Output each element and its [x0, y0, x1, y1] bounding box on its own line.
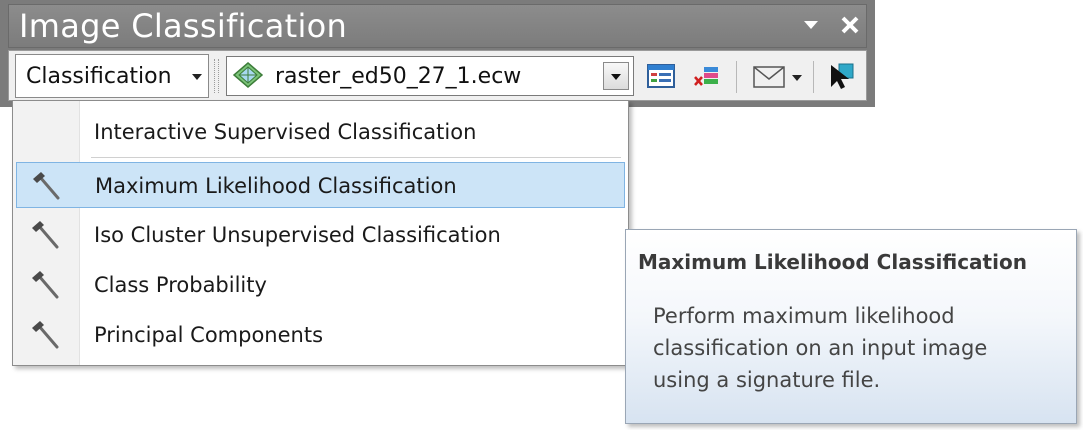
- training-sample-manager-icon[interactable]: [646, 61, 676, 91]
- tooltip: Maximum Likelihood Classification Perfor…: [625, 229, 1077, 424]
- toolbar-row: Classification raster_ed50_27_1.ecw: [8, 50, 867, 101]
- layer-select-value: raster_ed50_27_1.ecw: [275, 64, 522, 89]
- hammer-icon: [32, 321, 59, 349]
- classification-menu-button[interactable]: Classification: [15, 54, 209, 98]
- draw-polygon-icon[interactable]: [752, 61, 786, 91]
- menu-item-maximum-likelihood-classification[interactable]: Maximum Likelihood Classification: [16, 162, 625, 208]
- hammer-icon: [33, 172, 60, 200]
- toolbar-grip[interactable]: [214, 59, 219, 93]
- menu-item-label: Maximum Likelihood Classification: [95, 174, 457, 198]
- menu-separator: [91, 157, 621, 158]
- menu-item-principal-components[interactable]: Principal Components: [16, 312, 625, 358]
- tooltip-description-line: Perform maximum likelihood: [653, 304, 955, 328]
- select-pointer-icon[interactable]: [827, 61, 857, 91]
- classification-menu: Interactive Supervised Classification Ma…: [12, 100, 629, 366]
- classification-menu-label: Classification: [26, 64, 172, 89]
- menu-item-interactive-supervised-classification[interactable]: Interactive Supervised Classification: [16, 109, 625, 155]
- menu-item-label: Iso Cluster Unsupervised Classification: [94, 223, 501, 247]
- chevron-down-icon: [611, 74, 621, 80]
- menu-item-class-probability[interactable]: Class Probability: [16, 262, 625, 308]
- toolbar-separator: [813, 61, 814, 93]
- clear-training-samples-icon[interactable]: [692, 61, 722, 91]
- menu-item-iso-cluster-unsupervised-classification[interactable]: Iso Cluster Unsupervised Classification: [16, 212, 625, 258]
- hammer-icon: [32, 221, 59, 249]
- chevron-down-icon[interactable]: [791, 61, 803, 91]
- image-classification-toolbar: Image Classification Classification rast…: [0, 0, 875, 107]
- tooltip-description-line: using a signature file.: [653, 368, 881, 392]
- menu-item-label: Class Probability: [94, 273, 267, 297]
- layer-select-dropdown-button[interactable]: [603, 62, 629, 90]
- tooltip-description-line: classification on an input image: [653, 336, 988, 360]
- toolbar-separator: [736, 61, 737, 93]
- title-bar[interactable]: Image Classification: [8, 4, 867, 48]
- chevron-down-icon: [192, 74, 202, 80]
- toolbar-options-arrow-icon[interactable]: [803, 20, 819, 30]
- menu-item-label: Interactive Supervised Classification: [94, 120, 477, 144]
- close-icon[interactable]: [839, 14, 861, 36]
- hammer-icon: [32, 271, 59, 299]
- tooltip-description: Perform maximum likelihood classificatio…: [653, 300, 1063, 396]
- tooltip-title: Maximum Likelihood Classification: [638, 250, 1027, 274]
- raster-layer-icon: [233, 62, 263, 88]
- layer-select[interactable]: raster_ed50_27_1.ecw: [226, 56, 634, 96]
- window-title: Image Classification: [19, 7, 348, 45]
- menu-item-label: Principal Components: [94, 323, 324, 347]
